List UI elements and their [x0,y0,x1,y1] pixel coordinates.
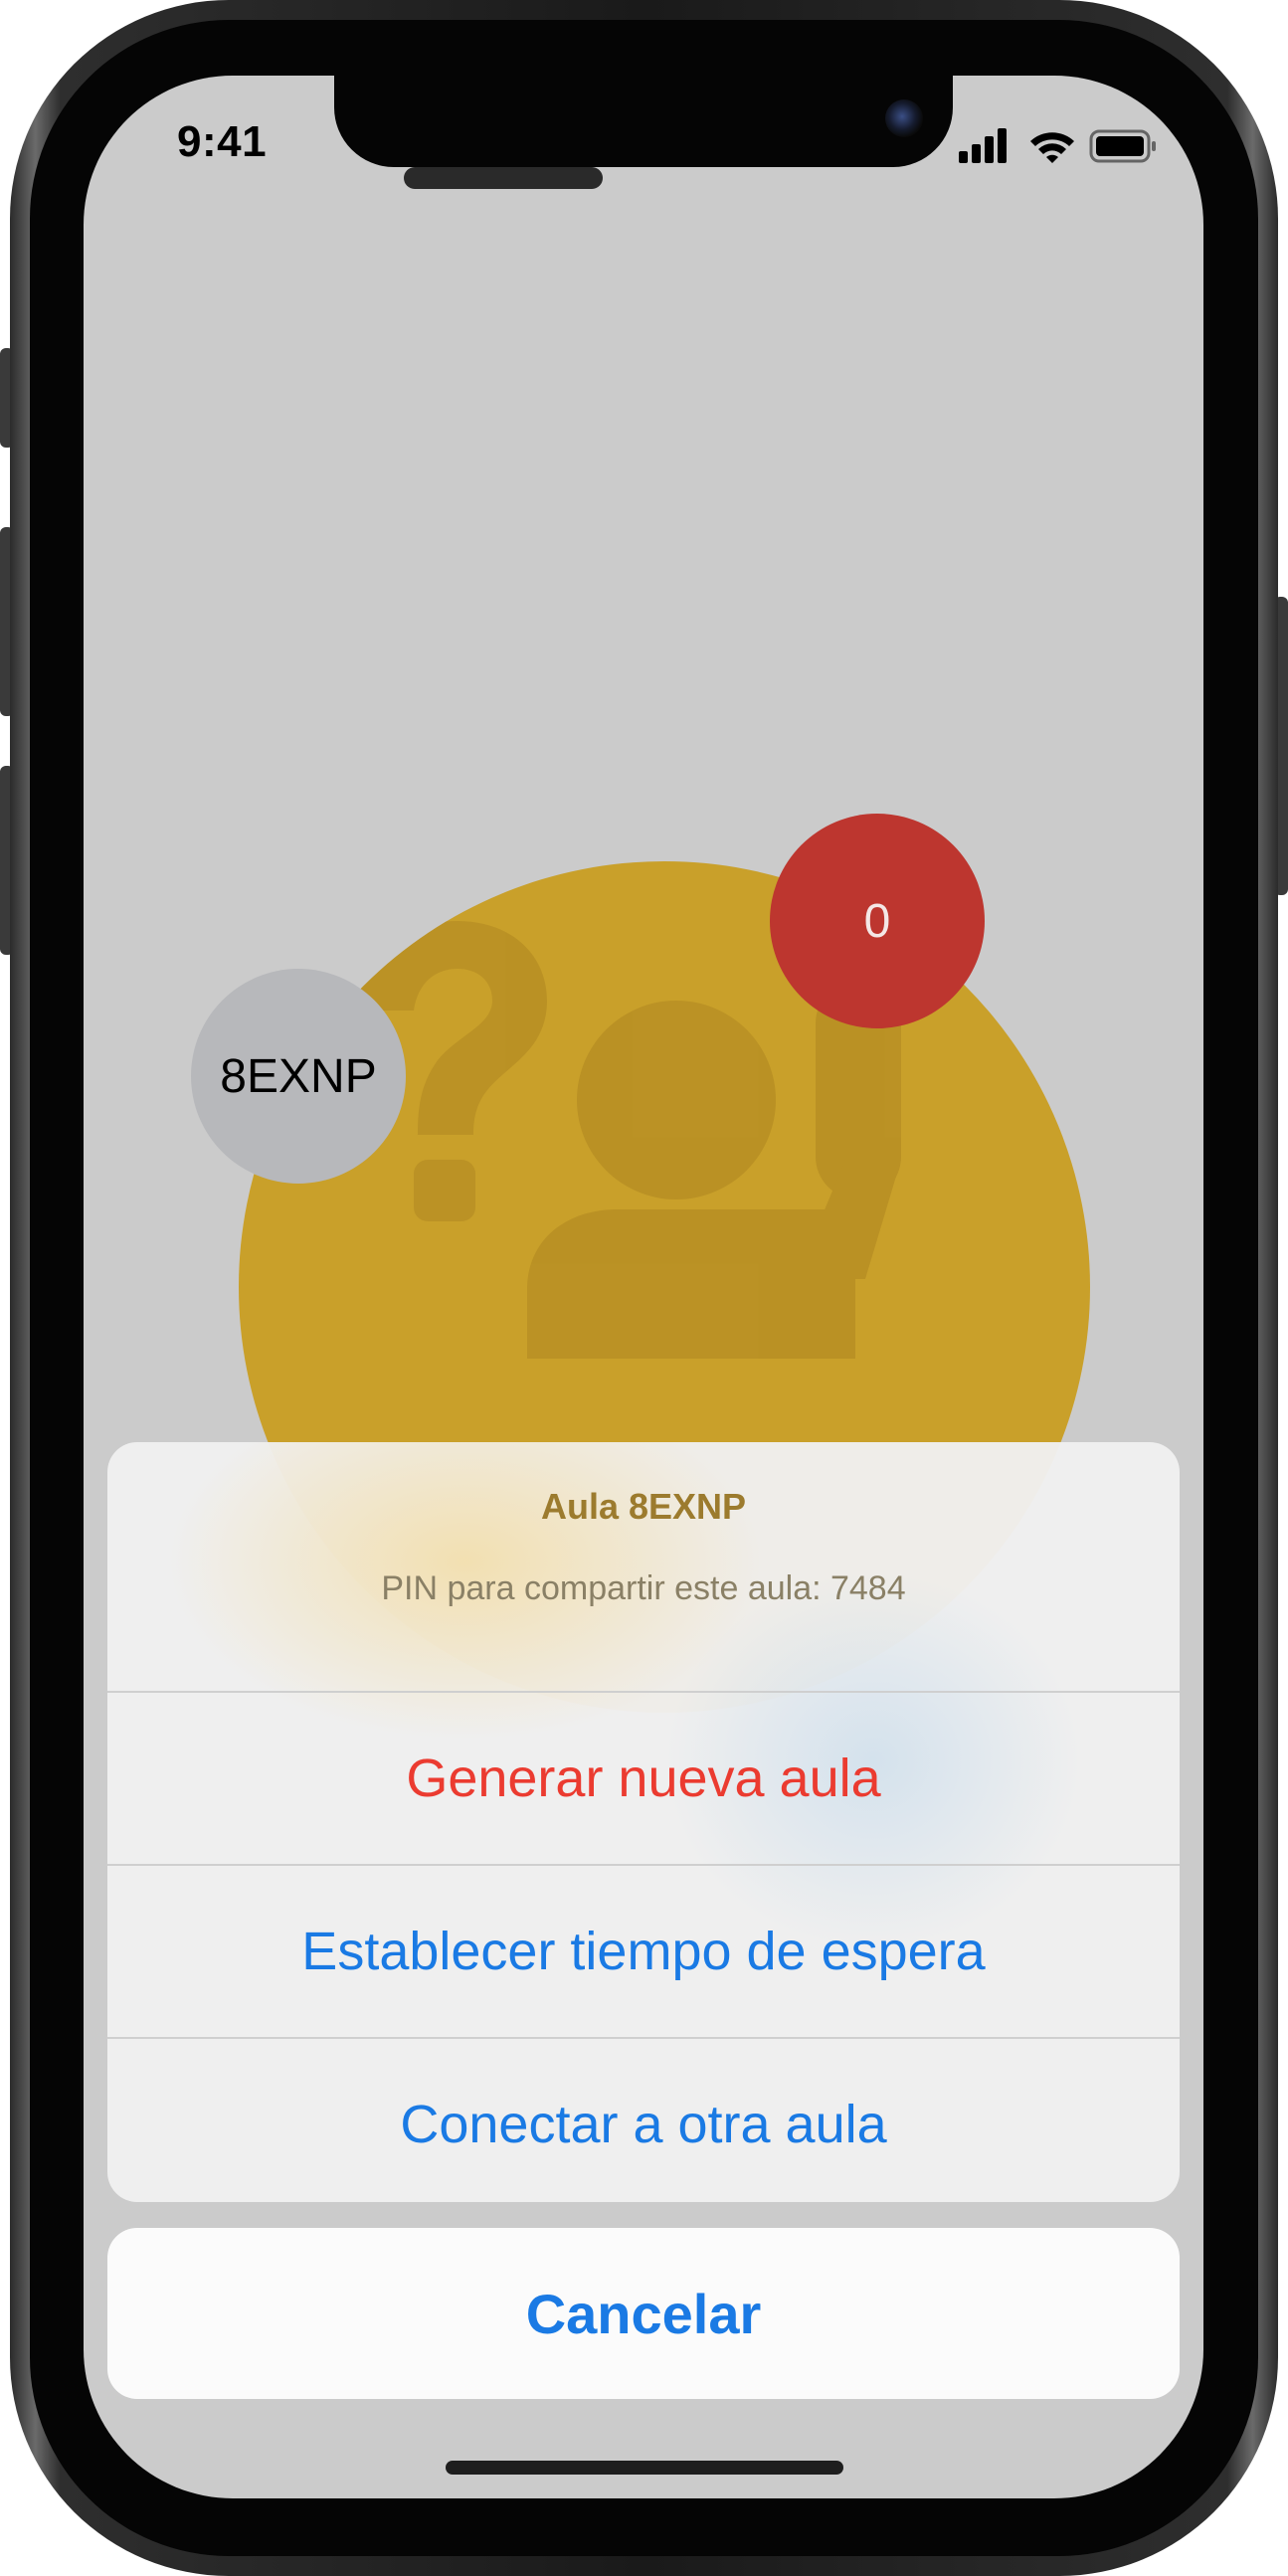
action-sheet-message: PIN para compartir este aula: 7484 [381,1569,906,1607]
earpiece-speaker [404,167,603,189]
wifi-icon [1030,132,1074,163]
action-sheet-title: Aula 8EXNP [540,1486,747,1527]
cellular-signal-icon [959,128,1007,163]
generate-new-classroom-button[interactable]: Generar nueva aula [107,1691,1180,1864]
home-indicator[interactable] [446,2461,843,2475]
screen: 9:41 8EXNP 0 Aula 8EXNP PIN para compart… [84,76,1203,2498]
cancel-button[interactable]: Cancelar [107,2228,1180,2399]
battery-icon [1089,129,1156,163]
raised-hand-icon [527,981,901,1359]
status-icons [959,127,1158,167]
connect-other-classroom-button[interactable]: Conectar a otra aula [107,2037,1180,2202]
front-camera [885,99,923,137]
action-sheet-header: Aula 8EXNP PIN para compartir este aula:… [107,1442,1180,1691]
action-sheet: Aula 8EXNP PIN para compartir este aula:… [107,1442,1180,2202]
classroom-code-badge[interactable]: 8EXNP [191,969,406,1184]
status-time: 9:41 [177,117,268,166]
pending-count-badge[interactable]: 0 [770,814,985,1028]
notch [334,76,953,167]
set-wait-time-button[interactable]: Establecer tiempo de espera [107,1864,1180,2037]
